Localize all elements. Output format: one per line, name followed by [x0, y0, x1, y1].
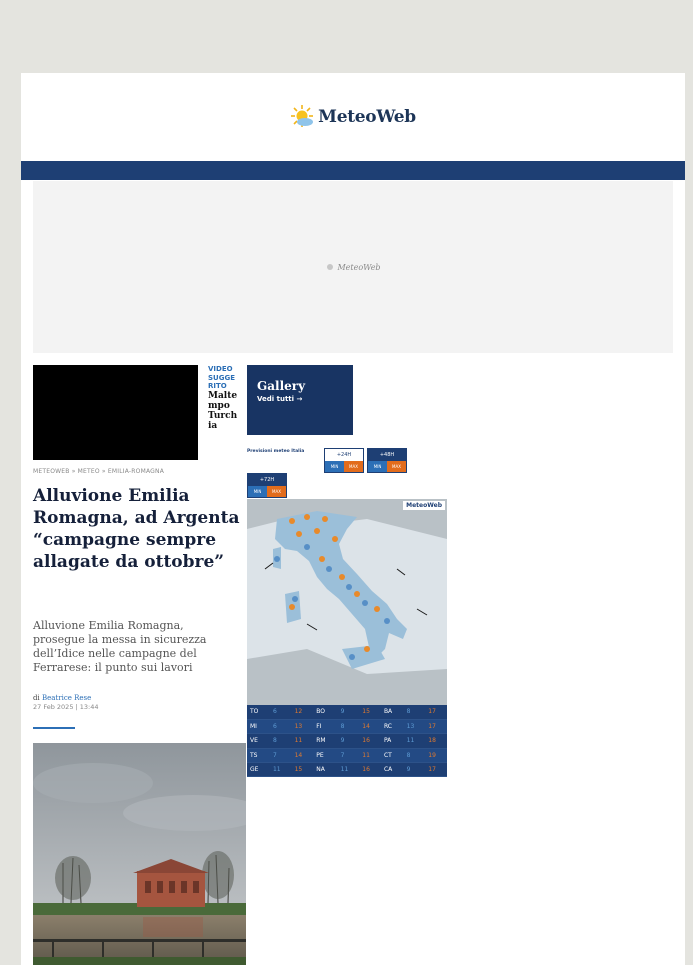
article-subheadline: Alluvione Emilia Romagna, prosegue la me… [33, 619, 207, 674]
city-forecast-table: TO 6 12 BO 9 15 BA 8 17 MI 6 13 FI 8 14 … [247, 705, 447, 778]
city-min: 7 [337, 748, 360, 764]
author-link[interactable]: Beatrice Rese [42, 694, 91, 702]
city-code[interactable]: PE [313, 748, 338, 764]
city-max: 17 [425, 719, 447, 735]
forecast-tab-label: +48H [368, 449, 406, 461]
gallery-title: Gallery [257, 379, 306, 393]
city-max: 11 [359, 748, 381, 764]
city-min: 8 [269, 733, 292, 749]
city-max: 11 [291, 733, 314, 749]
suggested-video-label: VIDEO SUGGERITO [208, 365, 235, 390]
map-logo: MeteoWeb [403, 501, 445, 510]
city-max: 12 [291, 705, 314, 720]
table-row: TS 7 14 PE 7 11 CT 8 19 [247, 748, 447, 764]
city-max: 13 [291, 719, 314, 735]
italy-map-image [247, 499, 447, 705]
city-min: 9 [403, 762, 426, 778]
city-min: 9 [337, 705, 360, 720]
city-min: 8 [403, 705, 426, 720]
city-min: 6 [269, 719, 292, 735]
city-code[interactable]: RM [313, 733, 338, 749]
breadcrumb[interactable]: METEOWEB » METEO » EMILIA-ROMAGNA [33, 468, 164, 475]
city-code[interactable]: GE [247, 762, 270, 778]
logo-text: MeteoWeb [318, 107, 416, 127]
city-max: 18 [425, 733, 447, 749]
forecast-tab-min: MIN [368, 461, 387, 472]
city-max: 15 [359, 705, 381, 720]
table-row: VE 8 11 RM 9 16 PA 11 18 [247, 733, 447, 749]
photo-image [33, 743, 246, 965]
site-logo[interactable]: MeteoWeb [290, 104, 416, 130]
site-header: MeteoWeb [21, 73, 685, 161]
city-min: 8 [403, 748, 426, 764]
page: MeteoWeb MeteoWeb VIDEO SUGGERITO Maltem… [21, 73, 685, 965]
city-max: 14 [359, 719, 381, 735]
city-code[interactable]: NA [313, 762, 338, 778]
forecast-tab-max: MAX [344, 461, 363, 472]
video-player[interactable] [33, 365, 198, 460]
city-min: 9 [337, 733, 360, 749]
table-row: MI 6 13 FI 8 14 RC 13 17 [247, 719, 447, 735]
city-code[interactable]: CT [380, 748, 404, 764]
forecast-map[interactable]: MeteoWeb [247, 499, 447, 705]
ad-logo-text: MeteoWeb [337, 262, 381, 272]
city-code[interactable]: PA [380, 733, 404, 749]
gallery-box[interactable]: Gallery Vedi tutti → [247, 365, 353, 435]
city-code[interactable]: TO [247, 705, 270, 720]
city-max: 17 [425, 705, 447, 720]
city-max: 16 [359, 762, 381, 778]
table-row: TO 6 12 BO 9 15 BA 8 17 [247, 705, 447, 720]
table-row: GE 11 15 NA 11 16 CA 9 17 [247, 762, 447, 778]
city-min: 11 [337, 762, 360, 778]
gallery-view-all-link[interactable]: Vedi tutti → [257, 395, 343, 403]
article-headline: Alluvione Emilia Romagna, ad Argenta “ca… [33, 486, 240, 572]
forecast-tab-min: MIN [248, 486, 267, 497]
city-max: 15 [291, 762, 314, 778]
forecast-tab-24h[interactable]: +24H MIN MAX [324, 448, 364, 473]
city-min: 6 [269, 705, 292, 720]
article-photo[interactable] [33, 743, 246, 965]
city-code[interactable]: CA [380, 762, 404, 778]
article-date: 27 Feb 2025 | 13:44 [33, 703, 99, 711]
sun-cloud-icon [291, 105, 314, 127]
city-code[interactable]: BO [313, 705, 338, 720]
divider [33, 727, 75, 729]
forecast-tab-48h[interactable]: +48H MIN MAX [367, 448, 407, 473]
city-max: 14 [291, 748, 314, 764]
forecast-label: Previsioni meteo Italia [247, 449, 305, 454]
city-min: 11 [403, 733, 426, 749]
city-min: 7 [269, 748, 292, 764]
suggested-video[interactable]: VIDEO SUGGERITO Maltempo Turchia [208, 365, 238, 431]
navigation-bar[interactable] [21, 161, 685, 180]
city-max: 17 [425, 762, 447, 778]
city-max: 16 [359, 733, 381, 749]
forecast-tab-minmax: MIN MAX [248, 486, 286, 497]
ad-logo: MeteoWeb [325, 262, 381, 272]
forecast-tab-72h[interactable]: +72H MIN MAX [247, 473, 287, 498]
forecast-tab-max: MAX [267, 486, 286, 497]
city-min: 13 [403, 719, 426, 735]
forecast-tab-min: MIN [325, 461, 344, 472]
forecast-tab-max: MAX [387, 461, 406, 472]
city-code[interactable]: FI [313, 719, 338, 735]
advertisement-placeholder: MeteoWeb [33, 181, 673, 353]
suggested-video-title[interactable]: Maltempo Turchia [208, 391, 238, 431]
forecast-tab-label: +72H [248, 474, 286, 486]
forecast-tab-minmax: MIN MAX [325, 461, 363, 472]
city-code[interactable]: TS [247, 748, 270, 764]
city-max: 19 [425, 748, 447, 764]
city-min: 8 [337, 719, 360, 735]
forecast-tab-label: +24H [336, 452, 352, 458]
city-code[interactable]: RC [380, 719, 404, 735]
city-code[interactable]: BA [380, 705, 404, 720]
sun-icon [327, 264, 334, 270]
city-min: 11 [269, 762, 292, 778]
article-author: di Beatrice Rese [33, 694, 91, 702]
author-prefix: di [33, 694, 40, 702]
city-code[interactable]: MI [247, 719, 270, 735]
forecast-tab-minmax: MIN MAX [368, 461, 406, 472]
city-code[interactable]: VE [247, 733, 270, 749]
